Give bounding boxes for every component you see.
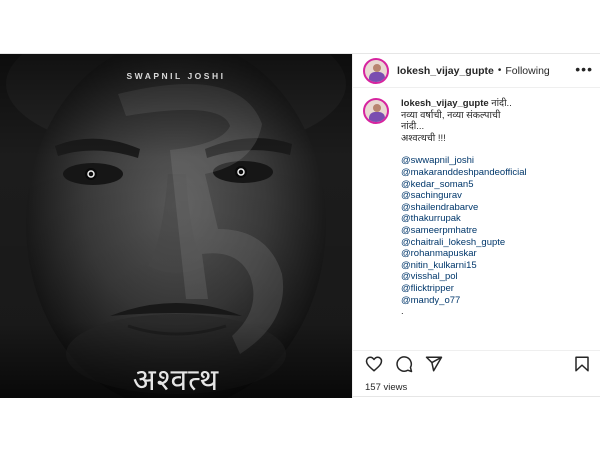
mention-link[interactable]: @visshal_pol xyxy=(401,271,597,283)
header-username[interactable]: lokesh_vijay_gupte xyxy=(397,65,494,77)
caption-trailing: . xyxy=(401,306,404,318)
comment-icon[interactable] xyxy=(395,355,413,373)
heart-icon[interactable] xyxy=(365,355,383,373)
mention-link[interactable]: @makaranddeshpandeofficial xyxy=(401,167,597,179)
caption-line-4: अश्वत्थची !!! xyxy=(401,132,446,144)
header-separator: • xyxy=(497,65,502,76)
mention-link[interactable]: @sameerpmhatre xyxy=(401,225,597,237)
more-options-icon[interactable]: ••• xyxy=(575,62,593,76)
mention-link[interactable]: @thakurrupak xyxy=(401,213,597,225)
caption-line-1: नांदी.. xyxy=(491,98,512,109)
mention-link[interactable]: @kedar_soman5 xyxy=(401,179,597,191)
poster-portrait xyxy=(0,54,352,398)
mention-link[interactable]: @flicktripper xyxy=(401,283,597,295)
poster-movie-title: अश्वत्थ xyxy=(132,363,220,398)
follow-status-button[interactable]: Following xyxy=(505,65,549,77)
action-bar xyxy=(353,350,600,373)
post-image[interactable]: SWAPNIL JOSHI अश्वत्थ xyxy=(0,54,352,398)
caption-text: lokesh_vijay_gupte नांदी.. नव्या वर्षाची… xyxy=(401,98,597,318)
mention-link[interactable]: @nitin_kulkarni15 xyxy=(401,260,597,272)
mention-link[interactable]: @swwapnil_joshi xyxy=(401,155,597,167)
caption-username[interactable]: lokesh_vijay_gupte xyxy=(401,98,489,109)
avatar[interactable] xyxy=(363,57,389,84)
instagram-post: SWAPNIL JOSHI अश्वत्थ lokesh_vijay_gupte… xyxy=(0,53,600,398)
mention-link[interactable]: @rohanmapuskar xyxy=(401,248,597,260)
caption-line-2: नव्या वर्षाची, नव्या संकल्पाची xyxy=(401,109,501,121)
poster-actor-name: SWAPNIL JOSHI xyxy=(126,71,226,81)
caption-avatar[interactable] xyxy=(363,98,389,124)
mention-link[interactable]: @mandy_o77 xyxy=(401,295,597,307)
post-header: lokesh_vijay_gupte • Following ••• xyxy=(353,54,600,88)
caption-line-3: नांदी... xyxy=(401,121,425,133)
mention-link[interactable]: @chaitrali_lokesh_gupte xyxy=(401,237,597,249)
mention-link[interactable]: @sachingurav xyxy=(401,190,597,202)
bookmark-icon[interactable] xyxy=(573,355,591,373)
mention-link[interactable]: @shailendrabarve xyxy=(401,202,597,214)
view-count[interactable]: 157 views xyxy=(365,382,407,393)
post-caption: lokesh_vijay_gupte नांदी.. नव्या वर्षाची… xyxy=(353,98,600,328)
share-icon[interactable] xyxy=(425,355,443,373)
post-sidebar: lokesh_vijay_gupte • Following ••• lokes… xyxy=(352,54,600,398)
